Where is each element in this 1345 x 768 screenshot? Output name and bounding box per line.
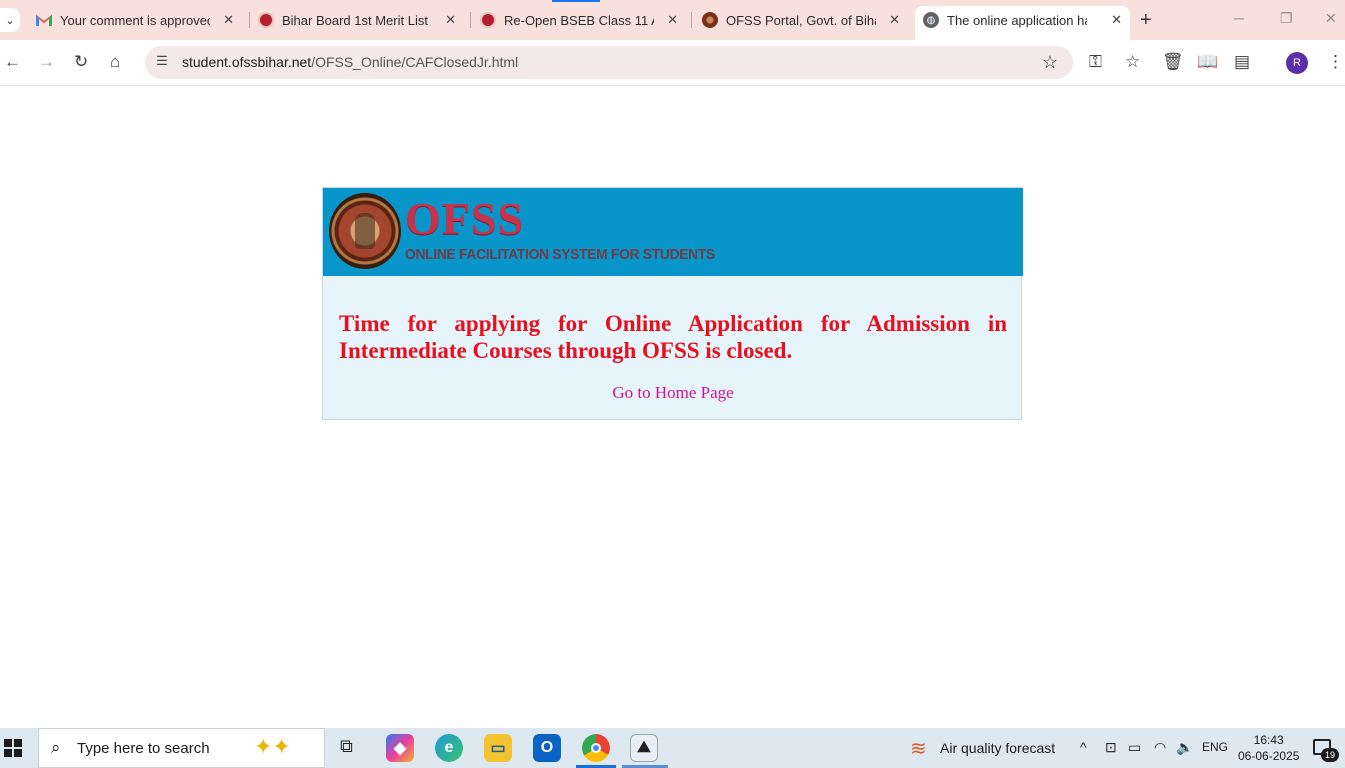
forward-icon[interactable]: →	[38, 52, 55, 72]
wifi-icon[interactable]: ◠	[1154, 739, 1166, 756]
bihar-emblem-logo	[329, 193, 401, 269]
tab-divider	[249, 12, 250, 28]
tab-strip: ⌄ Your comment is approved! ✕ Bihar Boar…	[0, 0, 1345, 40]
volume-icon[interactable]: 🔈	[1176, 739, 1193, 756]
tab-divider	[470, 12, 471, 28]
weather-air-icon[interactable]: ≋	[910, 736, 927, 761]
restore-icon[interactable]: ❐	[1280, 10, 1293, 27]
gmail-icon	[36, 12, 52, 28]
site-red-icon	[480, 12, 496, 28]
home-icon[interactable]: ⌂	[110, 52, 120, 72]
site-info-icon[interactable]: ☰	[153, 53, 171, 71]
closed-message: Time for applying for Online Application…	[339, 311, 1007, 363]
outlook-icon[interactable]: O	[533, 734, 561, 762]
back-icon[interactable]: ←	[4, 52, 21, 72]
copilot-app-icon[interactable]: ◆	[386, 734, 414, 762]
taskbar: ⌕ Type here to search ✦✦ ⧉ ◆ e ▭ O ⛰ ≋ A…	[0, 728, 1345, 768]
browser-toolbar: ← → ↻ ⌂ ☰ student.ofssbihar.net/OFSS_Onl…	[0, 40, 1345, 86]
tab-bihar-board-merit[interactable]: Bihar Board 1st Merit List 20 ✕	[258, 6, 464, 34]
ofss-logo-text: OFSS	[405, 193, 525, 244]
language-indicator[interactable]: ENG	[1202, 740, 1228, 754]
ofss-banner: OFSS ONLINE FACILITATION SYSTEM FOR STUD…	[323, 188, 1023, 276]
ofss-tagline: ONLINE FACILITATION SYSTEM FOR STUDENTS	[405, 246, 715, 263]
notification-count-badge: 19	[1321, 748, 1339, 762]
copilot-sparkle-icon[interactable]: ✦✦	[254, 734, 291, 760]
battery-icon[interactable]: ▭	[1128, 739, 1141, 756]
photos-app-icon[interactable]: ⛰	[630, 734, 658, 762]
tab-application-closed[interactable]: ◍ The online application has b ✕	[915, 6, 1130, 40]
meet-icon[interactable]: ⊡	[1105, 739, 1117, 756]
task-view-icon[interactable]: ⧉	[340, 736, 353, 757]
site-red-icon	[258, 12, 274, 28]
emblem-icon	[702, 12, 718, 28]
notice-panel: OFSS ONLINE FACILITATION SYSTEM FOR STUD…	[322, 187, 1023, 420]
reading-mode-icon[interactable]: 📖	[1197, 52, 1218, 72]
favorites-icon[interactable]: ☆	[1125, 52, 1140, 72]
tab-divider	[691, 12, 692, 28]
weather-text[interactable]: Air quality forecast	[940, 740, 1055, 756]
edge-browser-icon[interactable]: e	[435, 734, 463, 762]
globe-icon: ◍	[923, 12, 939, 28]
new-tab-icon[interactable]: +	[1140, 9, 1152, 32]
system-clock[interactable]: 16:43 06-06-2025	[1238, 732, 1299, 764]
side-panel-icon[interactable]: ▤	[1234, 52, 1250, 72]
show-hidden-icons[interactable]: ^	[1080, 739, 1087, 755]
profile-avatar[interactable]: R	[1286, 52, 1308, 74]
windows-start-icon[interactable]	[4, 739, 22, 757]
reload-icon[interactable]: ↻	[74, 52, 88, 72]
tab-reopen-bseb[interactable]: Re-Open BSEB Class 11 Adm ✕	[480, 6, 686, 34]
minimize-icon[interactable]: ─	[1234, 10, 1244, 26]
file-explorer-icon[interactable]: ▭	[484, 734, 512, 762]
close-tab-icon[interactable]: ✕	[889, 12, 900, 28]
tab-loading-indicator	[552, 0, 600, 2]
close-tab-icon[interactable]: ✕	[1111, 12, 1122, 28]
password-key-icon[interactable]: ⚿	[1089, 52, 1102, 72]
search-icon: ⌕	[51, 738, 61, 757]
close-tab-icon[interactable]: ✕	[667, 12, 678, 28]
taskbar-search[interactable]: ⌕ Type here to search ✦✦	[38, 728, 325, 768]
url-text[interactable]: student.ofssbihar.net/OFSS_Online/CAFClo…	[182, 54, 518, 70]
address-bar[interactable]: ☰ student.ofssbihar.net/OFSS_Online/CAFC…	[145, 46, 1073, 79]
close-tab-icon[interactable]: ✕	[445, 12, 456, 28]
home-page-link[interactable]: Go to Home Page	[323, 383, 1023, 403]
extension-icon[interactable]: 🗑	[1162, 52, 1184, 72]
tab-gmail[interactable]: Your comment is approved! ✕	[36, 6, 242, 34]
close-tab-icon[interactable]: ✕	[223, 12, 234, 28]
tab-search-dropdown-icon[interactable]: ⌄	[0, 8, 20, 32]
tab-ofss-portal[interactable]: OFSS Portal, Govt. of Bihar ✕	[702, 6, 908, 34]
chrome-icon[interactable]	[582, 734, 610, 762]
menu-kebab-icon[interactable]: ⋮	[1327, 52, 1344, 72]
bookmark-star-icon[interactable]: ☆	[1042, 52, 1058, 73]
close-window-icon[interactable]: ✕	[1325, 10, 1337, 27]
